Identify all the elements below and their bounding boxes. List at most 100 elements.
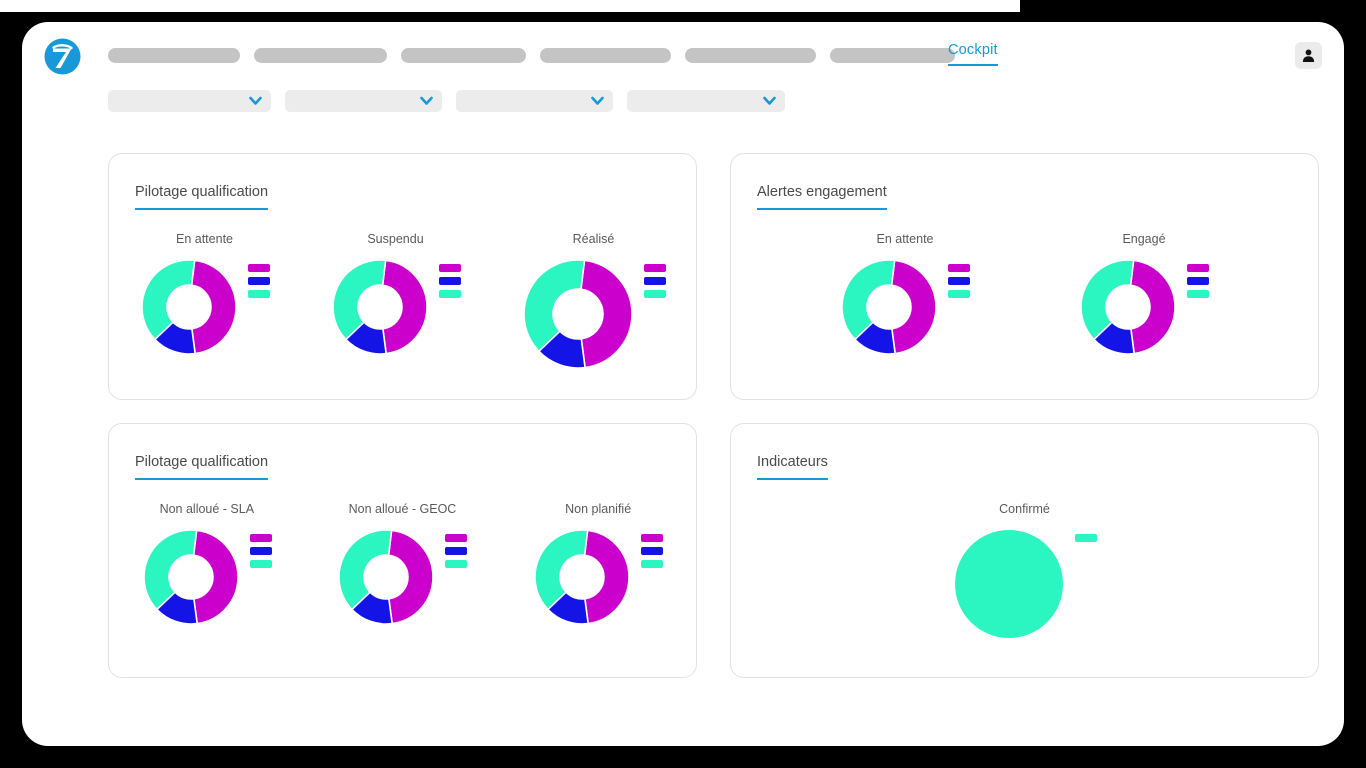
legend-swatch-magenta: [249, 534, 272, 542]
legend-swatch-blue: [438, 277, 461, 285]
chart-legend: [643, 264, 666, 298]
nav-pill-3[interactable]: [401, 48, 526, 63]
donut-chart[interactable]: [337, 528, 435, 626]
card-pilotage-qualification-top: Pilotage qualification En attente Suspen…: [108, 153, 697, 400]
legend-swatch-spring-green: [643, 290, 666, 298]
pie-chart[interactable]: [953, 528, 1065, 640]
donut-chart[interactable]: [533, 528, 631, 626]
chart-label: En attente: [876, 232, 934, 246]
card-pilotage-qualification-bottom: Pilotage qualification Non alloué - SLA …: [108, 423, 697, 678]
chart-legend: [1187, 264, 1209, 298]
legend-swatch-blue: [1187, 277, 1209, 285]
nav-pill-2[interactable]: [254, 48, 387, 63]
chart-suspendu[interactable]: Suspendu: [331, 232, 461, 356]
chart-body: [142, 528, 272, 626]
legend-swatch-magenta: [641, 534, 664, 542]
chart-legend: [641, 534, 664, 568]
donut-chart[interactable]: [142, 528, 240, 626]
legend-swatch-magenta: [1187, 264, 1209, 272]
chart-legend: [948, 264, 970, 298]
card-title: Pilotage qualification: [135, 454, 269, 480]
card-title: Alertes engagement: [757, 184, 887, 210]
chart-label: Non planifié: [565, 502, 632, 516]
filter-bar: [108, 90, 785, 112]
chart-label: Suspendu: [367, 232, 424, 246]
donut-chart[interactable]: [140, 258, 238, 356]
donut-chart[interactable]: [1079, 258, 1177, 356]
chart-label: Non alloué - GEOC: [348, 502, 457, 516]
card-title: Pilotage qualification: [135, 184, 269, 210]
chart-en-attente-alertes[interactable]: En attente: [840, 232, 970, 356]
nav-pill-5[interactable]: [685, 48, 816, 63]
chart-confirme[interactable]: Confirmé: [953, 502, 1097, 640]
filter-3[interactable]: [456, 90, 613, 112]
chart-body: [337, 528, 468, 626]
filter-1[interactable]: [108, 90, 271, 112]
chart-legend: [247, 264, 270, 298]
legend-swatch-blue: [948, 277, 970, 285]
legend-swatch-spring-green: [1074, 534, 1097, 542]
legend-swatch-spring-green: [247, 290, 270, 298]
chart-body: [140, 258, 270, 356]
chevron-down-icon: [591, 96, 604, 106]
chart-body: [522, 258, 666, 370]
legend-swatch-blue: [643, 277, 666, 285]
nav-pill-4[interactable]: [540, 48, 671, 63]
chart-legend: [1074, 534, 1097, 542]
chart-label: En attente: [176, 232, 233, 246]
chart-body: [953, 528, 1097, 640]
card-alertes-engagement: Alertes engagement En attente Engagé: [730, 153, 1319, 400]
charts-row: En attente Engagé: [731, 232, 1318, 356]
top-navigation-bar: Cockpit: [22, 22, 1344, 80]
filter-2[interactable]: [285, 90, 442, 112]
legend-swatch-spring-green: [1187, 290, 1209, 298]
card-title: Indicateurs: [757, 454, 828, 480]
user-icon: [1302, 49, 1315, 62]
chart-label: Confirmé: [999, 502, 1050, 516]
legend-swatch-spring-green: [641, 560, 664, 568]
donut-chart[interactable]: [840, 258, 938, 356]
chart-en-attente[interactable]: En attente: [140, 232, 270, 356]
seven-logo[interactable]: [44, 38, 81, 75]
chevron-down-icon: [249, 96, 262, 106]
filter-4[interactable]: [627, 90, 785, 112]
chart-body: [1079, 258, 1209, 356]
chart-non-alloue-sla[interactable]: Non alloué - SLA: [142, 502, 272, 626]
chart-label: Réalisé: [572, 232, 615, 246]
charts-row: Confirmé: [731, 502, 1318, 640]
nav-pill-1[interactable]: [108, 48, 240, 63]
app-panel: Cockpit Pilotage qualification En attent…: [22, 22, 1344, 746]
legend-swatch-blue: [247, 277, 270, 285]
avatar-button[interactable]: [1295, 42, 1322, 69]
card-indicateurs: Indicateurs Confirmé: [730, 423, 1319, 678]
chart-realise[interactable]: Réalisé: [522, 232, 666, 370]
chart-body: [533, 528, 664, 626]
legend-swatch-spring-green: [948, 290, 970, 298]
chart-non-planifie[interactable]: Non planifié: [533, 502, 664, 626]
nav-pill-group: [108, 48, 955, 63]
screen-root: Cockpit Pilotage qualification En attent…: [0, 0, 1366, 768]
donut-chart[interactable]: [522, 258, 634, 370]
legend-swatch-spring-green: [249, 560, 272, 568]
tab-cockpit[interactable]: Cockpit: [948, 42, 998, 66]
charts-row: En attente Suspendu Réalisé: [109, 232, 696, 370]
legend-swatch-blue: [445, 547, 468, 555]
legend-swatch-blue: [249, 547, 272, 555]
chart-body: [840, 258, 970, 356]
chart-legend: [438, 264, 461, 298]
legend-swatch-spring-green: [445, 560, 468, 568]
nav-pill-6[interactable]: [830, 48, 955, 63]
donut-chart[interactable]: [331, 258, 429, 356]
chart-label: Non alloué - SLA: [159, 502, 255, 516]
legend-swatch-magenta: [445, 534, 468, 542]
legend-swatch-spring-green: [438, 290, 461, 298]
chart-body: [331, 258, 461, 356]
chevron-down-icon: [763, 96, 776, 106]
legend-swatch-magenta: [948, 264, 970, 272]
legend-swatch-magenta: [247, 264, 270, 272]
top-white-strip: [0, 0, 1020, 12]
legend-swatch-magenta: [643, 264, 666, 272]
chart-non-alloue-geoc[interactable]: Non alloué - GEOC: [337, 502, 468, 626]
chevron-down-icon: [420, 96, 433, 106]
chart-engage[interactable]: Engagé: [1079, 232, 1209, 356]
